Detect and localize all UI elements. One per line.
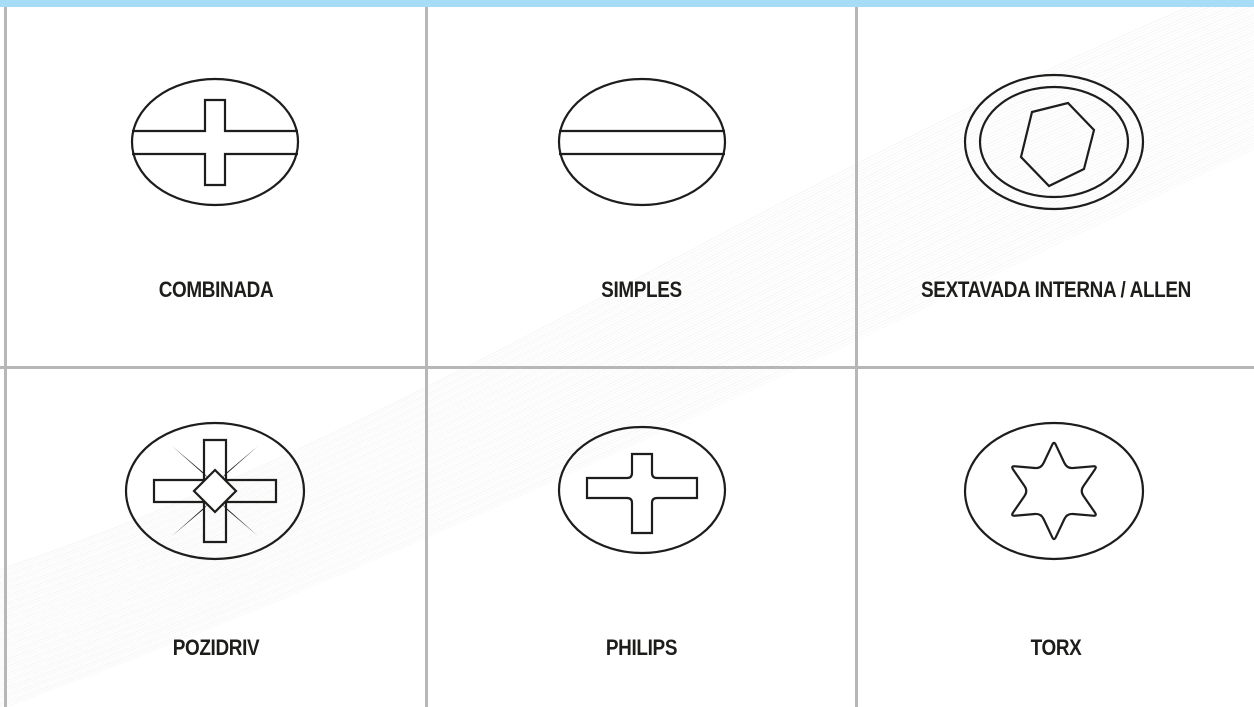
tile-label-torx: TORX: [1030, 635, 1082, 660]
pozidriv-screw-head-icon: [124, 421, 306, 561]
tile-sextavada-interna-allen: SEXTAVADA INTERNA / ALLEN: [858, 7, 1254, 366]
tile-label-pozidriv: POZIDRIV: [172, 635, 260, 660]
tile-combinada: COMBINADA: [7, 7, 425, 366]
tile-label-sextavada-interna-allen: SEXTAVADA INTERNA / ALLEN: [921, 277, 1191, 302]
top-accent-bar: [0, 0, 1254, 7]
combination-screw-head-icon: [130, 77, 300, 207]
torx-screw-head-icon: [963, 421, 1145, 561]
tile-torx: TORX: [858, 369, 1254, 707]
tile-pozidriv: POZIDRIV: [7, 369, 425, 707]
screw-head-types-grid: COMBINADA SIMPLES SEXTAVADA INTERNA / AL…: [0, 7, 1254, 707]
tile-simples: SIMPLES: [428, 7, 855, 366]
slotted-screw-head-icon: [557, 77, 727, 207]
allen-hex-socket-icon: [963, 73, 1145, 211]
tile-label-simples: SIMPLES: [601, 277, 682, 302]
phillips-screw-head-icon: [557, 425, 727, 555]
tile-label-combinada: COMBINADA: [158, 277, 274, 302]
tile-label-philips: PHILIPS: [605, 635, 678, 660]
tile-philips: PHILIPS: [428, 369, 855, 707]
